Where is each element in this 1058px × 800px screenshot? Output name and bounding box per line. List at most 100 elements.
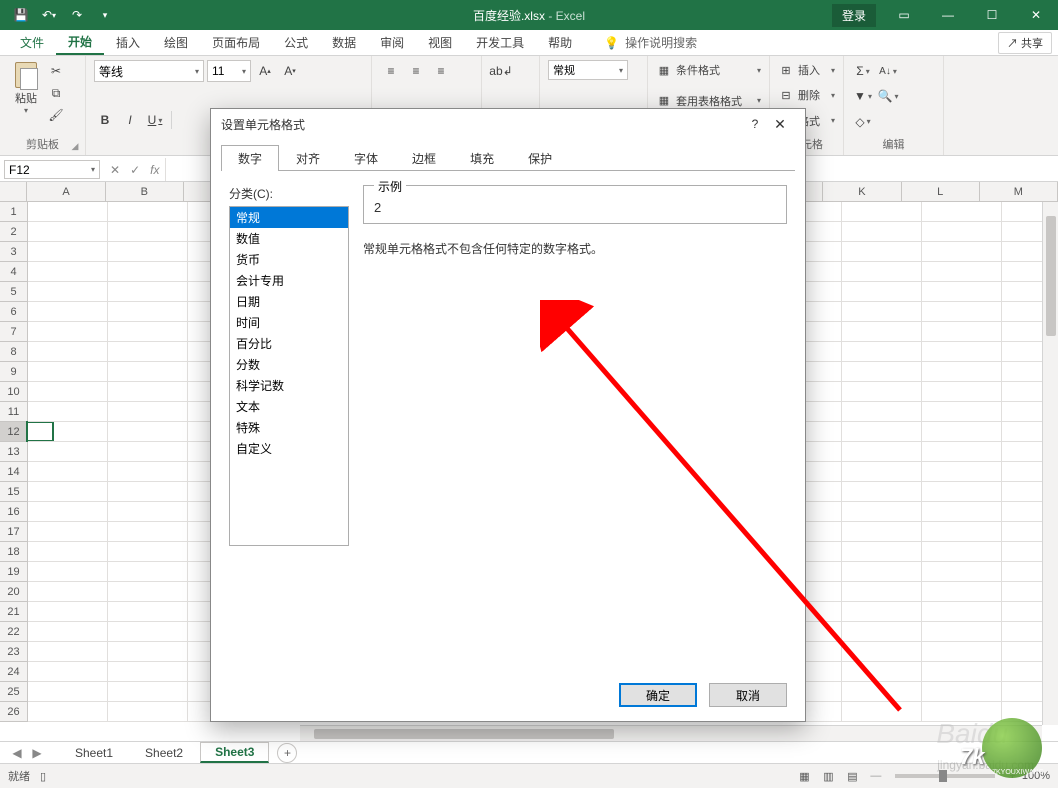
category-item[interactable]: 日期: [230, 291, 348, 312]
row-header[interactable]: 2: [0, 222, 28, 242]
category-item[interactable]: 货币: [230, 249, 348, 270]
tab-developer[interactable]: 开发工具: [464, 30, 536, 55]
category-item[interactable]: 常规: [230, 207, 348, 228]
row-header[interactable]: 5: [0, 282, 28, 302]
category-item[interactable]: 数值: [230, 228, 348, 249]
copy-icon[interactable]: ⧉: [47, 84, 65, 102]
tab-draw[interactable]: 绘图: [152, 30, 200, 55]
tab-page-layout[interactable]: 页面布局: [200, 30, 272, 55]
macro-recorder-icon[interactable]: ▯: [40, 770, 46, 783]
name-box[interactable]: F12▾: [4, 160, 100, 179]
row-header[interactable]: 14: [0, 462, 28, 482]
dialog-tab-number[interactable]: 数字: [221, 145, 279, 171]
cancel-button[interactable]: 取消: [709, 683, 787, 707]
dialog-tab-border[interactable]: 边框: [395, 145, 453, 171]
tab-view[interactable]: 视图: [416, 30, 464, 55]
sheet-tab[interactable]: Sheet3: [200, 742, 269, 763]
align-middle-icon[interactable]: ≡: [405, 60, 427, 82]
view-normal-icon[interactable]: ▦: [792, 767, 816, 785]
underline-button[interactable]: U: [144, 109, 166, 131]
clipboard-dialog-launcher[interactable]: ◢: [69, 141, 81, 153]
view-page-break-icon[interactable]: ▤: [840, 767, 864, 785]
row-header[interactable]: 26: [0, 702, 28, 722]
column-header[interactable]: B: [106, 182, 184, 201]
row-header[interactable]: 21: [0, 602, 28, 622]
horizontal-scrollbar[interactable]: [300, 725, 1042, 741]
category-item[interactable]: 特殊: [230, 417, 348, 438]
row-header[interactable]: 17: [0, 522, 28, 542]
row-header[interactable]: 22: [0, 622, 28, 642]
row-header[interactable]: 12: [0, 422, 28, 442]
dialog-help-icon[interactable]: ?: [745, 117, 765, 131]
align-bottom-icon[interactable]: ≡: [430, 60, 452, 82]
clear-icon[interactable]: ◇: [852, 111, 874, 133]
row-header[interactable]: 7: [0, 322, 28, 342]
vertical-scrollbar[interactable]: [1042, 202, 1058, 725]
tell-me-search[interactable]: 💡 操作说明搜索: [604, 30, 697, 55]
category-item[interactable]: 百分比: [230, 333, 348, 354]
sheet-tab[interactable]: Sheet2: [130, 743, 198, 762]
sheet-nav-next-icon[interactable]: ▶: [28, 744, 46, 762]
fill-icon[interactable]: ▼: [852, 85, 874, 107]
italic-button[interactable]: I: [119, 109, 141, 131]
category-item[interactable]: 自定义: [230, 438, 348, 459]
new-sheet-button[interactable]: +: [277, 743, 297, 763]
row-header[interactable]: 23: [0, 642, 28, 662]
tab-formulas[interactable]: 公式: [272, 30, 320, 55]
dialog-tab-alignment[interactable]: 对齐: [279, 145, 337, 171]
dialog-tab-fill[interactable]: 填充: [453, 145, 511, 171]
category-listbox[interactable]: 常规数值货币会计专用日期时间百分比分数科学记数文本特殊自定义: [229, 206, 349, 546]
enter-formula-icon[interactable]: ✓: [130, 163, 140, 177]
row-header[interactable]: 20: [0, 582, 28, 602]
tab-help[interactable]: 帮助: [536, 30, 584, 55]
dialog-tab-font[interactable]: 字体: [337, 145, 395, 171]
share-button[interactable]: ↗ 共享: [998, 32, 1052, 54]
row-header[interactable]: 8: [0, 342, 28, 362]
row-header[interactable]: 9: [0, 362, 28, 382]
category-item[interactable]: 科学记数: [230, 375, 348, 396]
column-header[interactable]: M: [980, 182, 1058, 201]
bold-button[interactable]: B: [94, 109, 116, 131]
dialog-tab-protection[interactable]: 保护: [511, 145, 569, 171]
zoom-level[interactable]: 100%: [1022, 770, 1050, 782]
column-header[interactable]: K: [823, 182, 901, 201]
row-header[interactable]: 24: [0, 662, 28, 682]
category-item[interactable]: 时间: [230, 312, 348, 333]
font-size-select[interactable]: 11▾: [207, 60, 251, 82]
row-header[interactable]: 4: [0, 262, 28, 282]
category-item[interactable]: 会计专用: [230, 270, 348, 291]
minimize-icon[interactable]: —: [926, 0, 970, 30]
row-header[interactable]: 25: [0, 682, 28, 702]
select-all-corner[interactable]: [0, 182, 27, 201]
tab-insert[interactable]: 插入: [104, 30, 152, 55]
zoom-slider[interactable]: [895, 774, 995, 778]
row-header[interactable]: 6: [0, 302, 28, 322]
row-header[interactable]: 11: [0, 402, 28, 422]
row-header[interactable]: 13: [0, 442, 28, 462]
cut-icon[interactable]: ✂: [47, 62, 65, 80]
row-header[interactable]: 18: [0, 542, 28, 562]
wrap-text-icon[interactable]: ab↲: [490, 60, 512, 82]
close-icon[interactable]: ✕: [1014, 0, 1058, 30]
sheet-tab[interactable]: Sheet1: [60, 743, 128, 762]
row-header[interactable]: 16: [0, 502, 28, 522]
insert-function-icon[interactable]: fx: [150, 163, 159, 177]
align-top-icon[interactable]: ≡: [380, 60, 402, 82]
cancel-formula-icon[interactable]: ✕: [110, 163, 120, 177]
row-header[interactable]: 10: [0, 382, 28, 402]
redo-icon[interactable]: ↷: [64, 2, 90, 28]
insert-cells-button[interactable]: ⊞插入▾: [778, 60, 835, 80]
autosum-icon[interactable]: Σ: [852, 60, 874, 82]
sheet-nav-prev-icon[interactable]: ◀: [8, 744, 26, 762]
conditional-format-button[interactable]: ▦条件格式▾: [656, 60, 761, 80]
dialog-close-icon[interactable]: ✕: [765, 109, 795, 139]
find-select-icon[interactable]: 🔍: [877, 85, 899, 107]
increase-font-icon[interactable]: A▴: [254, 60, 276, 82]
tab-home[interactable]: 开始: [56, 30, 104, 55]
column-header[interactable]: A: [27, 182, 105, 201]
undo-icon[interactable]: ↶▾: [36, 2, 62, 28]
delete-cells-button[interactable]: ⊟删除▾: [778, 85, 835, 105]
tab-data[interactable]: 数据: [320, 30, 368, 55]
category-item[interactable]: 分数: [230, 354, 348, 375]
row-header[interactable]: 19: [0, 562, 28, 582]
